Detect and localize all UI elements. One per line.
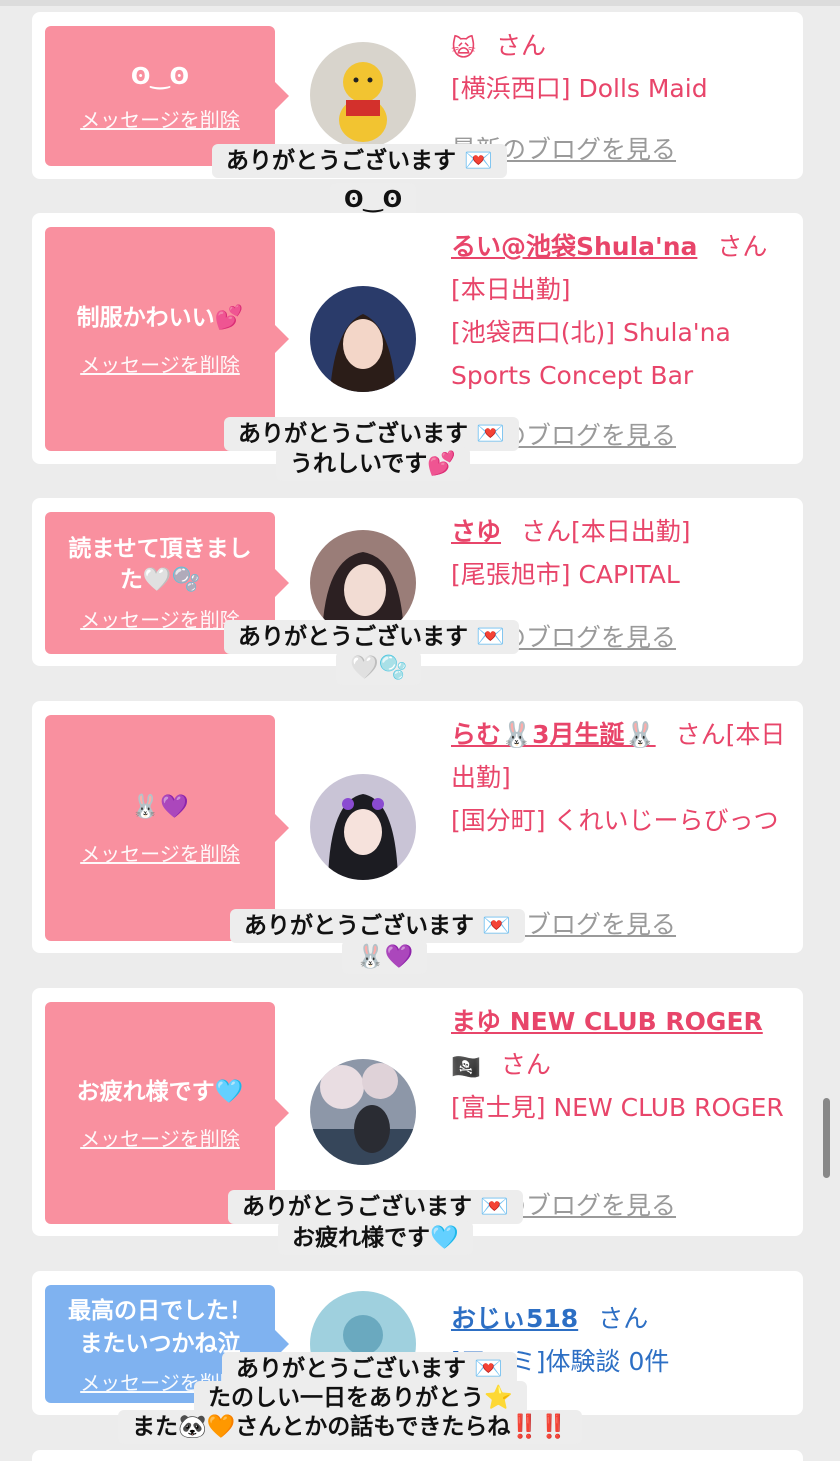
love-letter-icon: 💌 bbox=[480, 1194, 509, 1220]
next-card-edge bbox=[32, 1450, 803, 1461]
love-letter-icon: 💌 bbox=[482, 913, 511, 939]
top-bar bbox=[0, 0, 840, 6]
thanks-reply-badge: ありがとうございます 💌 bbox=[224, 417, 519, 451]
avatar[interactable] bbox=[310, 286, 416, 392]
delete-message-link[interactable]: メッセージを削除 bbox=[80, 104, 240, 133]
shop-name: [池袋西口(北)] Shula'na Sports Concept Bar bbox=[451, 318, 731, 390]
reply-text-badge: ʘ‿ʘ bbox=[330, 183, 417, 217]
love-letter-icon: 💌 bbox=[476, 624, 505, 650]
thanks-text: ありがとうございます bbox=[242, 1194, 472, 1220]
san-label: さん bbox=[717, 232, 768, 261]
message-bubble: 🐰💜 メッセージを削除 bbox=[45, 715, 289, 941]
reply-text-badge: 🐰💜 bbox=[342, 940, 428, 974]
reply-text: うれしいです💕 bbox=[290, 451, 456, 477]
reply-text-badge: 🤍🫧 bbox=[336, 651, 422, 685]
shop-name: [富士見] NEW CLUB ROGER bbox=[451, 1093, 784, 1122]
thanks-text: ありがとうございます bbox=[226, 148, 456, 174]
scrollbar[interactable] bbox=[823, 1098, 830, 1178]
thanks-text: ありがとうございます bbox=[238, 624, 468, 650]
reply-text: たのしい一日をありがとう⭐️ bbox=[208, 1385, 513, 1411]
girl-info: さゆ さん[本日出勤] [尾張旭市] CAPITAL bbox=[451, 510, 796, 596]
girl-info: まゆ NEW CLUB ROGER 🏴‍☠️ さん [富士見] NEW CLUB … bbox=[451, 1000, 796, 1129]
love-letter-icon: 💌 bbox=[474, 1356, 503, 1382]
message-text: 🐰💜 bbox=[131, 793, 189, 820]
message-text: 制服かわいい💕 bbox=[76, 304, 244, 331]
pirate-flag-icon: 🏴‍☠️ bbox=[451, 1053, 481, 1081]
reply-text: ʘ‿ʘ bbox=[344, 187, 403, 213]
shop-name: [尾張旭市] CAPITAL bbox=[451, 560, 680, 589]
message-text: ʘ‿ʘ bbox=[130, 63, 190, 90]
thanks-text: ありがとうございます bbox=[244, 913, 474, 939]
message-text: お疲れ様です🩵 bbox=[76, 1078, 244, 1105]
girl-name-link[interactable]: らむ🐰3月生誕🐰 bbox=[451, 720, 656, 749]
girl-info: るい@池袋Shula'na さん [本日出勤] [池袋西口(北)] Shula'n… bbox=[451, 225, 796, 397]
thanks-reply-badge: ありがとうございます 💌 bbox=[224, 620, 519, 654]
shop-name: [横浜西口] Dolls Maid bbox=[451, 74, 708, 103]
san-label: さん bbox=[500, 1050, 551, 1079]
thanks-reply-badge: ありがとうございます 💌 bbox=[228, 1190, 523, 1224]
delete-message-link[interactable]: メッセージを削除 bbox=[80, 838, 240, 867]
thanks-reply-badge: ありがとうございます 💌 bbox=[230, 909, 525, 943]
girl-name-link[interactable]: さゆ bbox=[451, 517, 501, 546]
girl-name-link[interactable]: まゆ NEW CLUB ROGER bbox=[451, 1007, 763, 1036]
girl-name-emoji[interactable]: 🙀 bbox=[451, 36, 476, 60]
love-letter-icon: 💌 bbox=[464, 148, 493, 174]
reply-text-badge: お疲れ様です🩵 bbox=[278, 1221, 473, 1255]
delete-message-link[interactable]: メッセージを削除 bbox=[80, 604, 240, 633]
shop-name: [国分町] くれいじーらびっつ bbox=[451, 806, 779, 835]
work-status: [本日出勤] bbox=[451, 275, 571, 304]
girl-name-link[interactable]: おじぃ518 bbox=[451, 1304, 578, 1333]
girl-info: 🙀 さん [横浜西口] Dolls Maid bbox=[451, 24, 796, 110]
reply-text: 🐰💜 bbox=[356, 944, 414, 970]
reply-text: 🤍🫧 bbox=[350, 655, 408, 681]
thanks-reply-badge: ありがとうございます 💌 bbox=[212, 144, 507, 178]
reply-text: また🐼🧡さんとかの話もできたらね‼️‼️ bbox=[132, 1414, 568, 1440]
avatar[interactable] bbox=[310, 774, 416, 880]
thanks-text: ありがとうございます bbox=[236, 1356, 466, 1382]
san-label: さん bbox=[521, 517, 572, 546]
reply-text-badge: また🐼🧡さんとかの話もできたらね‼️‼️ bbox=[118, 1410, 582, 1444]
work-status: [本日出勤] bbox=[571, 517, 691, 546]
delete-message-link[interactable]: メッセージを削除 bbox=[80, 349, 240, 378]
san-label: さん bbox=[675, 720, 726, 749]
message-text: 読ませて頂きました🤍🫧 bbox=[68, 535, 252, 593]
girl-info: らむ🐰3月生誕🐰 さん[本日出勤] [国分町] くれいじーらびっつ bbox=[451, 713, 796, 842]
reply-text: お疲れ様です🩵 bbox=[292, 1225, 459, 1251]
san-label: さん bbox=[598, 1304, 649, 1333]
avatar[interactable] bbox=[310, 42, 416, 148]
delete-message-link[interactable]: メッセージを削除 bbox=[80, 1123, 240, 1152]
thanks-text: ありがとうございます bbox=[238, 421, 468, 447]
avatar[interactable] bbox=[310, 1059, 416, 1165]
reply-text-badge: うれしいです💕 bbox=[276, 447, 470, 481]
girl-name-link[interactable]: るい@池袋Shula'na bbox=[451, 232, 697, 261]
san-label: さん bbox=[496, 31, 547, 60]
love-letter-icon: 💌 bbox=[476, 421, 505, 447]
